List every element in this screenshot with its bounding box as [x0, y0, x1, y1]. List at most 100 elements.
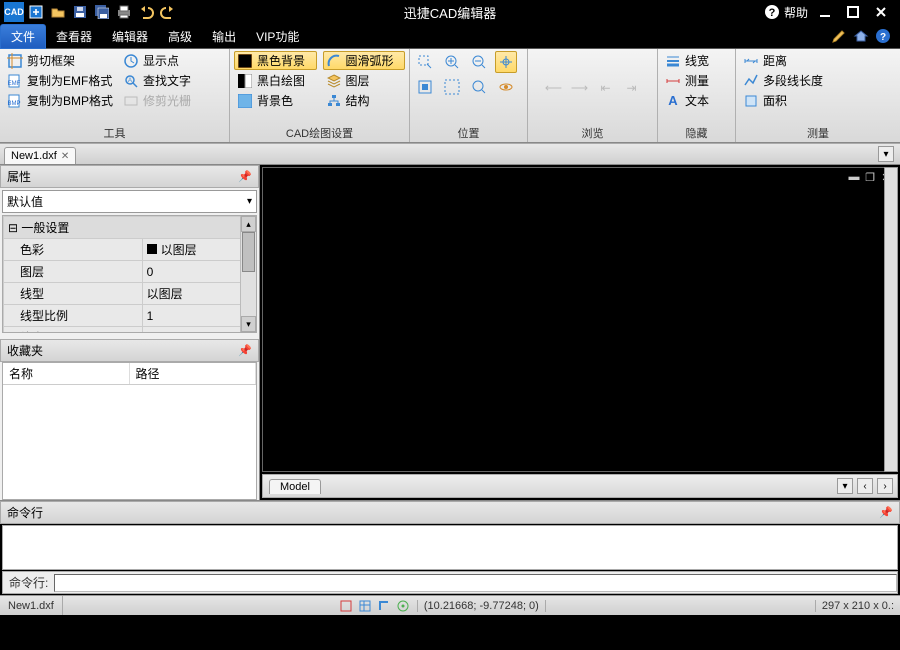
ribbon-group-position: 位置: [410, 49, 528, 142]
properties-header: 属性 📌: [0, 165, 259, 188]
btn-find-text[interactable]: A查找文字: [120, 71, 225, 90]
svg-text:EMF: EMF: [8, 81, 21, 87]
crop-icon: [7, 53, 23, 69]
model-tab[interactable]: Model: [269, 479, 321, 494]
title-bar: CAD 迅捷CAD编辑器 ? 帮助: [0, 0, 900, 24]
btn-polyline-length[interactable]: 多段线长度: [740, 71, 896, 90]
col-name[interactable]: 名称: [3, 363, 130, 384]
measure-icon: [665, 73, 681, 89]
minimize-button[interactable]: [814, 2, 836, 22]
cad-logo-icon[interactable]: CAD: [4, 2, 24, 22]
prop-scrollbar[interactable]: ▴ ▾: [240, 216, 256, 332]
close-button[interactable]: [870, 2, 892, 22]
col-path[interactable]: 路径: [130, 363, 257, 384]
btn-distance[interactable]: 距离: [740, 51, 896, 70]
btn-area[interactable]: 面积: [740, 91, 896, 110]
tab-editor[interactable]: 编辑器: [102, 25, 158, 48]
tab-file[interactable]: 文件: [0, 24, 46, 49]
tab-vip[interactable]: VIP功能: [246, 25, 309, 48]
btn-linewidth[interactable]: 线宽: [662, 51, 731, 70]
save-all-icon[interactable]: [92, 2, 112, 22]
nav-left-icon[interactable]: ⟵: [543, 77, 565, 99]
pan-icon[interactable]: [495, 51, 517, 73]
command-prompt: 命令行:: [3, 572, 54, 593]
btn-bg-color[interactable]: 背景色: [234, 91, 317, 110]
zoom-realtime-icon[interactable]: [468, 76, 490, 98]
btn-smooth-arc[interactable]: 圆滑弧形: [323, 51, 406, 70]
tabs-dropdown-icon[interactable]: ▾: [878, 146, 894, 162]
status-dimensions: 297 x 210 x 0.:: [815, 600, 900, 612]
orbit-icon[interactable]: [495, 76, 517, 98]
command-header: 命令行 📌: [0, 501, 900, 524]
command-input[interactable]: [54, 574, 897, 592]
group-label-position: 位置: [414, 124, 523, 142]
area-icon: [743, 93, 759, 109]
scroll-up-icon[interactable]: ▴: [241, 216, 256, 232]
new-icon[interactable]: [26, 2, 46, 22]
tab-advanced[interactable]: 高级: [158, 25, 202, 48]
chevron-down-icon: ▾: [247, 196, 252, 207]
nav-first-icon[interactable]: ⇤: [595, 77, 617, 99]
scroll-down-icon[interactable]: ▾: [241, 316, 256, 332]
btn-copy-bmp[interactable]: BMP复制为BMP格式: [4, 91, 116, 110]
zoom-in-icon[interactable]: [441, 51, 463, 73]
btn-trim-raster[interactable]: 修剪光栅: [120, 91, 225, 110]
canvas-scrollbar[interactable]: [884, 167, 898, 472]
favorites-header: 收藏夹 📌: [0, 339, 259, 362]
btn-black-bg[interactable]: 黑色背景: [234, 51, 317, 70]
viewport: ▬ ❐ ✕ Model ▾ ‹ ›: [260, 165, 900, 500]
doc-restore-icon[interactable]: ❐: [863, 170, 877, 184]
prop-row: 图层0: [4, 261, 256, 283]
btn-copy-emf[interactable]: EMF复制为EMF格式: [4, 71, 116, 90]
print-icon[interactable]: [114, 2, 134, 22]
save-icon[interactable]: [70, 2, 90, 22]
btn-text[interactable]: A文本: [662, 91, 731, 110]
open-icon[interactable]: [48, 2, 68, 22]
maximize-button[interactable]: [842, 2, 864, 22]
btn-crop-frame[interactable]: 剪切框架: [4, 51, 116, 70]
btn-measure-h[interactable]: 测量: [662, 71, 731, 90]
nav-last-icon[interactable]: ⇥: [621, 77, 643, 99]
fit-icon[interactable]: [414, 76, 436, 98]
pin-icon[interactable]: 📌: [238, 170, 252, 183]
btn-structure[interactable]: 结构: [323, 91, 406, 110]
group-label-measure: 测量: [740, 124, 896, 142]
tab-output[interactable]: 输出: [202, 25, 246, 48]
grid-icon[interactable]: [357, 598, 373, 614]
home-icon[interactable]: [852, 27, 870, 45]
pin-icon[interactable]: 📌: [238, 344, 252, 357]
command-input-row: 命令行:: [2, 571, 898, 594]
document-tab[interactable]: New1.dxf ✕: [4, 147, 76, 164]
layout-prev-icon[interactable]: ‹: [857, 478, 873, 494]
pen-icon[interactable]: [830, 27, 848, 45]
bgcolor-icon: [237, 93, 253, 109]
nav-right-icon[interactable]: ⟶: [569, 77, 591, 99]
extents-icon[interactable]: [441, 76, 463, 98]
btn-layers[interactable]: 图层: [323, 71, 406, 90]
properties-combo[interactable]: 默认值 ▾: [2, 190, 257, 213]
layout-dropdown-icon[interactable]: ▾: [837, 478, 853, 494]
doc-min-icon[interactable]: ▬: [847, 170, 861, 184]
favorites-list[interactable]: 名称 路径: [2, 362, 257, 500]
zoom-out-icon[interactable]: [468, 51, 490, 73]
zoom-window-icon[interactable]: [414, 51, 436, 73]
tab-viewer[interactable]: 查看器: [46, 25, 102, 48]
redo-icon[interactable]: [158, 2, 178, 22]
snap-icon[interactable]: [338, 598, 354, 614]
close-tab-icon[interactable]: ✕: [61, 151, 69, 162]
osnap-icon[interactable]: [395, 598, 411, 614]
undo-icon[interactable]: [136, 2, 156, 22]
btn-bw-draw[interactable]: 黑白绘图: [234, 71, 317, 90]
scroll-thumb[interactable]: [242, 232, 255, 272]
ortho-icon[interactable]: [376, 598, 392, 614]
help2-icon[interactable]: ?: [874, 27, 892, 45]
drawing-canvas[interactable]: ▬ ❐ ✕: [262, 167, 898, 472]
help-button[interactable]: ? 帮助: [764, 4, 808, 21]
btn-show-point[interactable]: 显示点: [120, 51, 225, 70]
model-tab-row: Model ▾ ‹ ›: [262, 474, 898, 498]
layout-next-icon[interactable]: ›: [877, 478, 893, 494]
properties-grid[interactable]: ⊟ 一般设置 色彩以图层 图层0 线型以图层 线型比例1 线宽以图层 ▴ ▾: [2, 215, 257, 333]
pin-icon[interactable]: 📌: [879, 506, 893, 519]
command-history[interactable]: [2, 525, 898, 570]
prop-row: 色彩以图层: [4, 239, 256, 261]
